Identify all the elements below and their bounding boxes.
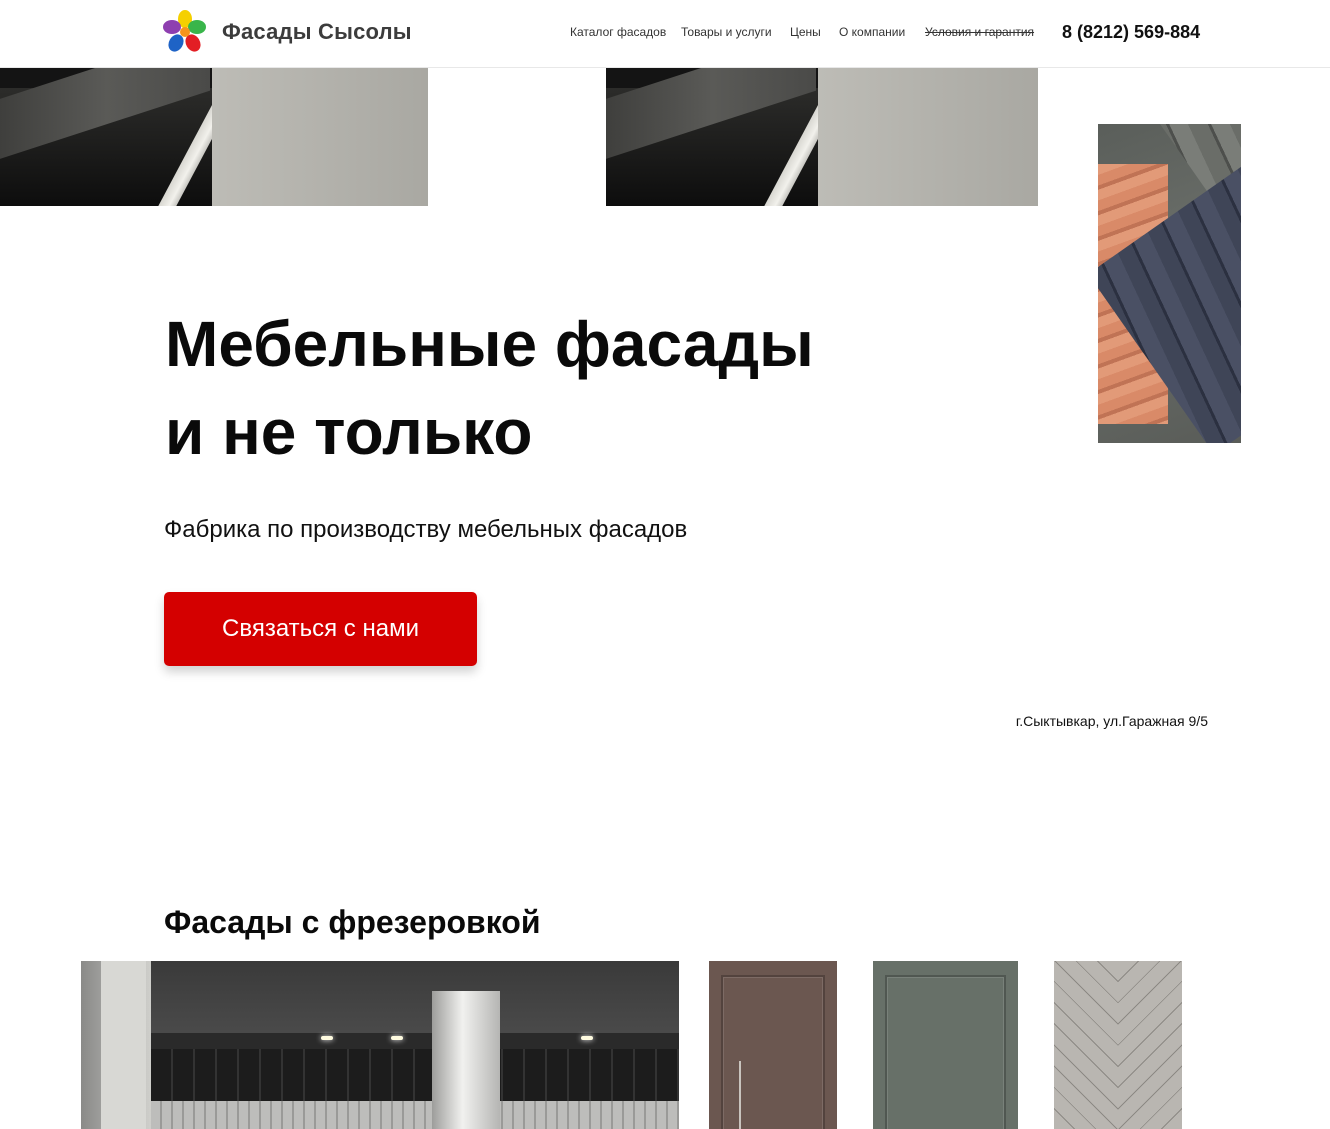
hero-title-line-2: и не только	[165, 396, 533, 468]
facade-herringbone-sample[interactable]	[1054, 961, 1182, 1129]
hero-photo-panels-right	[606, 68, 1038, 206]
phone-number[interactable]: 8 (8212) 569-884	[1062, 22, 1200, 43]
nav-catalog[interactable]: Каталог фасадов	[570, 25, 666, 39]
hero-photo-profile-sheets	[1098, 124, 1241, 443]
hero-photo-panels-left	[0, 68, 428, 206]
contact-us-button[interactable]: Связаться с нами	[164, 592, 477, 666]
nav-prices[interactable]: Цены	[790, 25, 821, 39]
facade-brown-sample[interactable]	[709, 961, 837, 1129]
site-header: Фасады Сысолы Каталог фасадов Товары и у…	[0, 0, 1330, 68]
nav-about[interactable]: О компании	[839, 25, 905, 39]
nav-products-services[interactable]: Товары и услуги	[681, 25, 772, 39]
section-title: Фасады с фрезеровкой	[164, 904, 541, 940]
kitchen-interior-photo[interactable]	[81, 961, 679, 1129]
hero-title-line-1: Мебельные фасады	[165, 308, 814, 380]
flower-logo-icon[interactable]	[163, 10, 207, 54]
nav-terms-warranty[interactable]: Условия и гарантия	[925, 25, 1034, 39]
facade-green-sample[interactable]	[873, 961, 1018, 1129]
hero-subtitle: Фабрика по производству мебельных фасадо…	[164, 516, 688, 543]
address-text: г.Сыктывкар, ул.Гаражная 9/5	[1015, 713, 1208, 729]
brand-name[interactable]: Фасады Сысолы	[222, 19, 412, 45]
hero-title: Мебельные фасады и не только	[165, 300, 1065, 476]
